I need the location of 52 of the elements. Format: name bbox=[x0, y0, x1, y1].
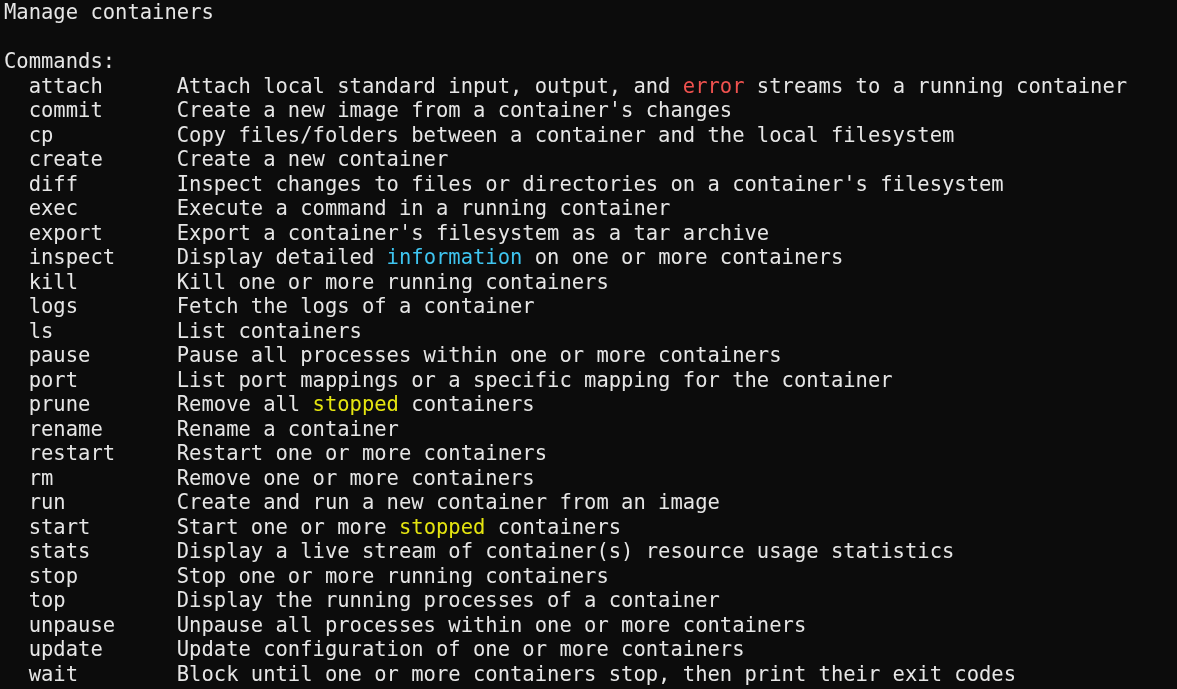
command-name: rm bbox=[28, 465, 54, 490]
command-description: Display the running processes of a container bbox=[176, 588, 720, 613]
command-description: Export a container's filesystem as a tar archive bbox=[176, 220, 770, 245]
command-description: Create a new image from a container's changes bbox=[176, 98, 733, 123]
command-name: wait bbox=[28, 661, 79, 686]
command-description: Pause all processes within one or more containers bbox=[176, 343, 782, 368]
command-name: attach bbox=[28, 73, 103, 98]
command-description: List containers bbox=[176, 318, 362, 343]
command-name: update bbox=[28, 637, 103, 661]
command-name: ls bbox=[28, 318, 54, 343]
command-description: Rename a container bbox=[176, 416, 399, 441]
command-description: Fetch the logs of a container bbox=[176, 294, 535, 319]
command-name: diff bbox=[28, 171, 79, 196]
command-name: stats bbox=[28, 539, 91, 563]
command-name: top bbox=[28, 588, 66, 612]
command-name: stop bbox=[28, 563, 79, 588]
command-name: kill bbox=[28, 269, 79, 294]
command-description: Display a live stream of container(s) resource usage statistics bbox=[176, 539, 955, 564]
command-description: Kill one or more running containers bbox=[176, 269, 609, 294]
output-heading: Manage containers bbox=[4, 0, 214, 24]
command-description: Create a new container bbox=[176, 147, 449, 172]
command-name: export bbox=[28, 220, 103, 245]
command-name: start bbox=[28, 514, 91, 539]
command-description: Inspect changes to files or directories on a container's filesystem bbox=[176, 171, 1004, 196]
command-name: inspect bbox=[28, 245, 116, 269]
command-name: port bbox=[28, 367, 79, 392]
command-description: Restart one or more containers bbox=[176, 441, 548, 466]
command-name: pause bbox=[28, 343, 91, 367]
command-name: cp bbox=[28, 122, 54, 147]
command-name: commit bbox=[28, 98, 103, 122]
section-heading: Commands: bbox=[4, 49, 116, 73]
command-description: Execute a command in a running container bbox=[176, 196, 671, 221]
command-name: create bbox=[28, 147, 103, 171]
command-description: List port mappings or a specific mapping for the container bbox=[176, 367, 893, 392]
command-description: Attach local standard input, output, and error streams to a running container bbox=[176, 73, 1128, 98]
command-name: prune bbox=[28, 392, 91, 416]
command-description: Copy files/folders between a container and the local filesystem bbox=[176, 122, 955, 147]
command-description: Update configuration of one or more containers bbox=[176, 637, 745, 662]
command-description: Block until one or more containers stop, then print their exit codes bbox=[176, 661, 1017, 686]
command-description: Unpause all processes within one or more containers bbox=[176, 612, 807, 637]
command-name: unpause bbox=[28, 612, 116, 637]
command-description: Create and run a new container from an image bbox=[176, 490, 720, 515]
command-description: Display detailed information on one or more containers bbox=[176, 245, 844, 270]
command-name: rename bbox=[28, 416, 103, 441]
command-description: Remove all stopped containers bbox=[176, 392, 535, 417]
command-description: Stop one or more running containers bbox=[176, 563, 609, 588]
command-name: logs bbox=[28, 294, 79, 318]
command-description: Start one or more stopped containers bbox=[176, 514, 622, 539]
command-name: restart bbox=[28, 441, 116, 465]
command-description: Remove one or more containers bbox=[176, 465, 535, 490]
command-name: exec bbox=[28, 196, 79, 220]
command-name: run bbox=[28, 490, 66, 514]
